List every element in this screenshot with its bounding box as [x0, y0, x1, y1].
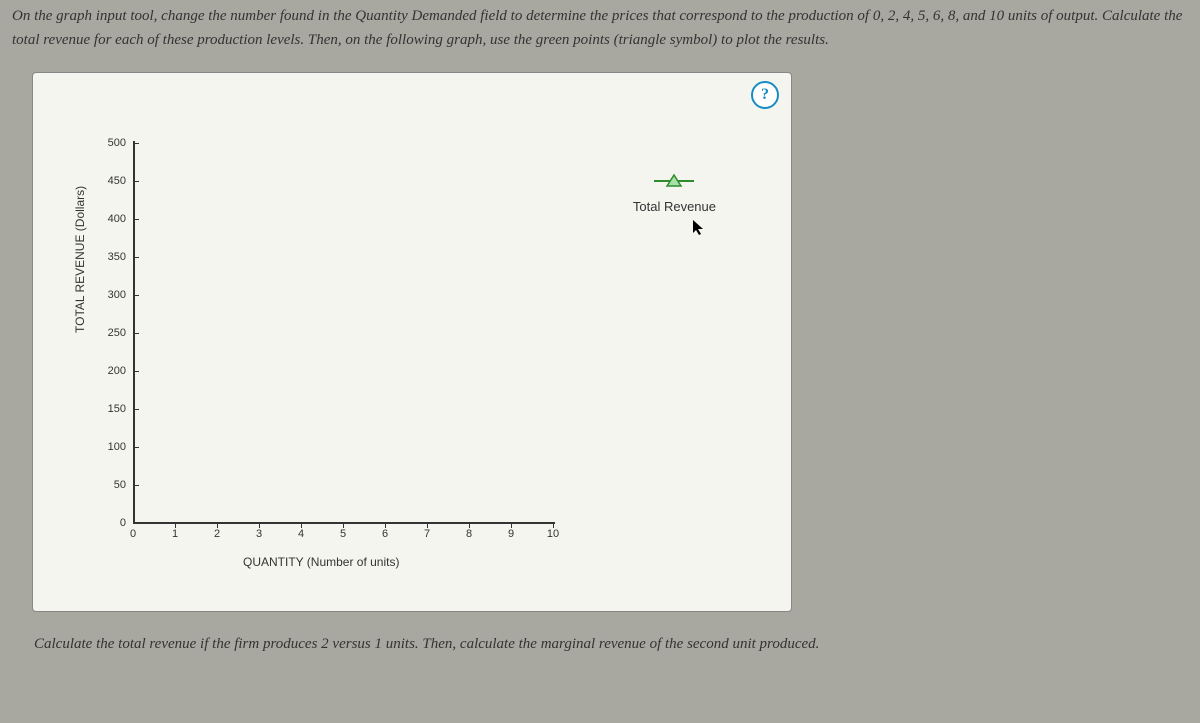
x-tick-label: 2: [207, 528, 227, 540]
help-button[interactable]: ?: [751, 81, 779, 109]
legend-label: Total Revenue: [633, 199, 716, 214]
x-tick-label: 7: [417, 528, 437, 540]
x-tick-label: 3: [249, 528, 269, 540]
y-tick-label: 200: [98, 365, 126, 377]
y-tick-label: 400: [98, 213, 126, 225]
x-axis-label: QUANTITY (Number of units): [243, 555, 399, 569]
x-tick-label: 4: [291, 528, 311, 540]
triangle-icon: [654, 173, 694, 189]
chart-plot-area[interactable]: [133, 143, 553, 523]
cursor-icon: [691, 218, 705, 241]
y-axis-label: TOTAL REVENUE (Dollars): [73, 186, 87, 333]
legend-total-revenue[interactable]: Total Revenue: [633, 173, 716, 214]
x-tick-label: 0: [123, 528, 143, 540]
y-tick-label: 350: [98, 251, 126, 263]
y-tick-label: 150: [98, 403, 126, 415]
y-tick-label: 500: [98, 137, 126, 149]
x-tick-label: 8: [459, 528, 479, 540]
instructions-bottom: Calculate the total revenue if the firm …: [12, 612, 1188, 653]
y-tick-label: 100: [98, 441, 126, 453]
y-tick-label: 250: [98, 327, 126, 339]
x-tick-mark: [553, 522, 554, 528]
chart-panel: ? TOTAL REVENUE (Dollars) QUANTITY (Numb…: [32, 72, 792, 612]
x-tick-label: 10: [543, 528, 563, 540]
y-tick-label: 0: [98, 517, 126, 529]
y-tick-label: 450: [98, 175, 126, 187]
x-tick-label: 1: [165, 528, 185, 540]
x-tick-label: 6: [375, 528, 395, 540]
instructions-top: On the graph input tool, change the numb…: [12, 0, 1188, 72]
x-tick-label: 5: [333, 528, 353, 540]
y-tick-label: 50: [98, 479, 126, 491]
x-tick-label: 9: [501, 528, 521, 540]
y-tick-label: 300: [98, 289, 126, 301]
